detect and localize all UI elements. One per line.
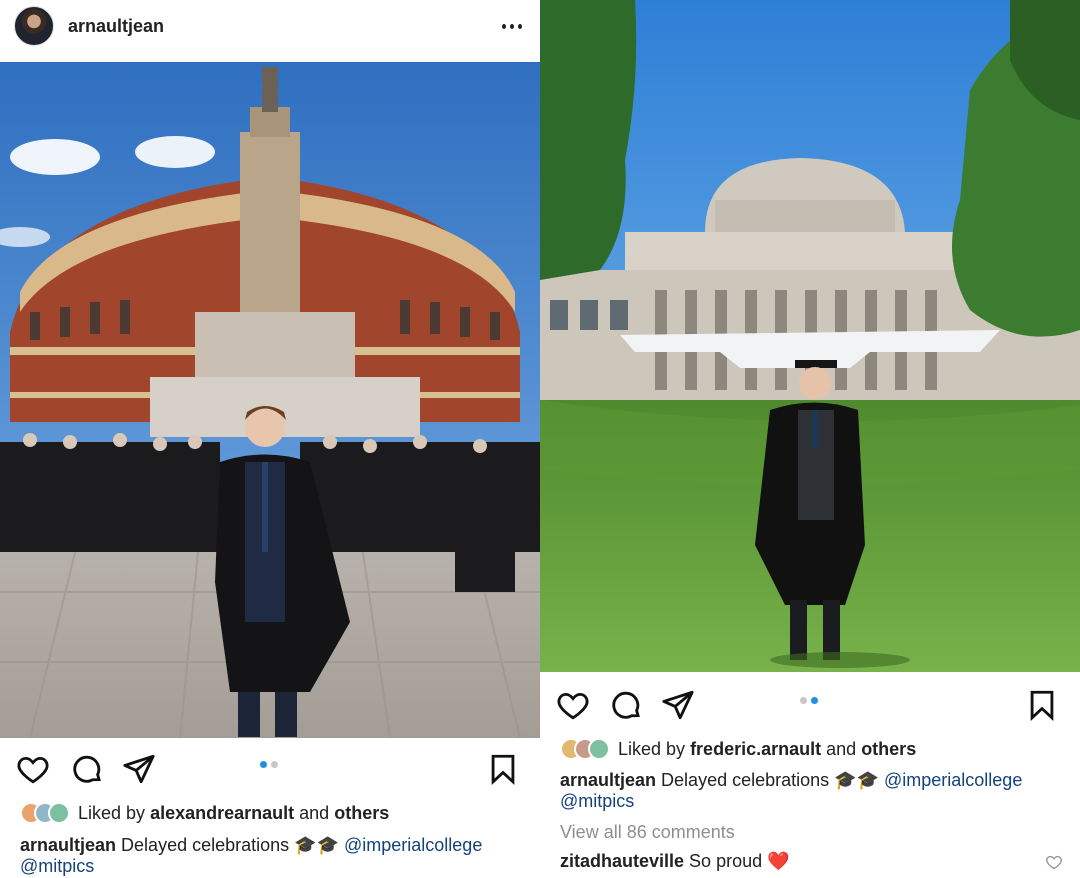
mention-link[interactable]: @mitpics [560,791,634,811]
avatar[interactable] [14,6,54,46]
caption-username[interactable]: arnaultjean [20,835,116,855]
post-photo-mit-dome[interactable] [540,0,1080,672]
carousel-indicator [800,697,818,704]
liked-by-line[interactable]: Liked by alexandrearnault and others [20,800,389,826]
right-post: Liked by frederic.arnault and others arn… [540,0,1080,878]
post-username[interactable]: arnaultjean [68,16,164,37]
post-header: arnaultjean [0,0,540,52]
action-bar [0,746,540,790]
comment-icon[interactable] [609,688,643,722]
carousel-dot [271,761,278,768]
comment-emoji: ❤️ [767,851,790,871]
left-post: arnaultjean Liked by alexandrearnault an… [0,0,540,878]
caption-text: Delayed celebrations 🎓🎓 [661,770,879,790]
mention-link[interactable]: @imperialcollege [344,835,482,855]
post-caption: arnaultjean Delayed celebrations 🎓🎓 @imp… [560,770,1060,812]
carousel-dot [800,697,807,704]
liked-by-text: Liked by alexandrearnault and others [78,802,390,823]
comment-row: zitadhauteville So proud ❤️ [560,851,1040,872]
carousel-dot-active [811,697,818,704]
liked-by-text: Liked by frederic.arnault and others [618,738,917,759]
caption-username[interactable]: arnaultjean [560,770,656,790]
carousel-indicator [260,761,278,768]
share-icon[interactable] [661,688,695,722]
bookmark-icon[interactable] [486,752,520,786]
mention-link[interactable]: @mitpics [20,856,94,876]
liked-by-user[interactable]: alexandrearnault [150,803,294,823]
liked-by-line[interactable]: Liked by frederic.arnault and others [560,736,916,762]
more-icon[interactable] [500,14,524,38]
mention-link[interactable]: @imperialcollege [884,770,1022,790]
liked-by-user[interactable]: frederic.arnault [690,739,821,759]
caption-text: Delayed celebrations 🎓🎓 [121,835,339,855]
post-caption: arnaultjean Delayed celebrations 🎓🎓 @imp… [20,835,520,877]
view-all-comments-link[interactable]: View all 86 comments [560,822,735,843]
heart-icon[interactable] [16,752,50,786]
share-icon[interactable] [122,752,156,786]
post-photo-royal-albert-hall[interactable] [0,62,540,738]
comment-icon[interactable] [70,752,104,786]
heart-icon[interactable] [556,688,590,722]
comment-text: So proud [689,851,763,871]
comment-like-heart-icon[interactable] [1045,854,1063,870]
carousel-dot-active [260,761,267,768]
action-bar [540,682,1080,726]
liker-avatar [48,802,70,824]
comment-username[interactable]: zitadhauteville [560,851,684,871]
liker-avatar [588,738,610,760]
bookmark-icon[interactable] [1025,688,1059,722]
